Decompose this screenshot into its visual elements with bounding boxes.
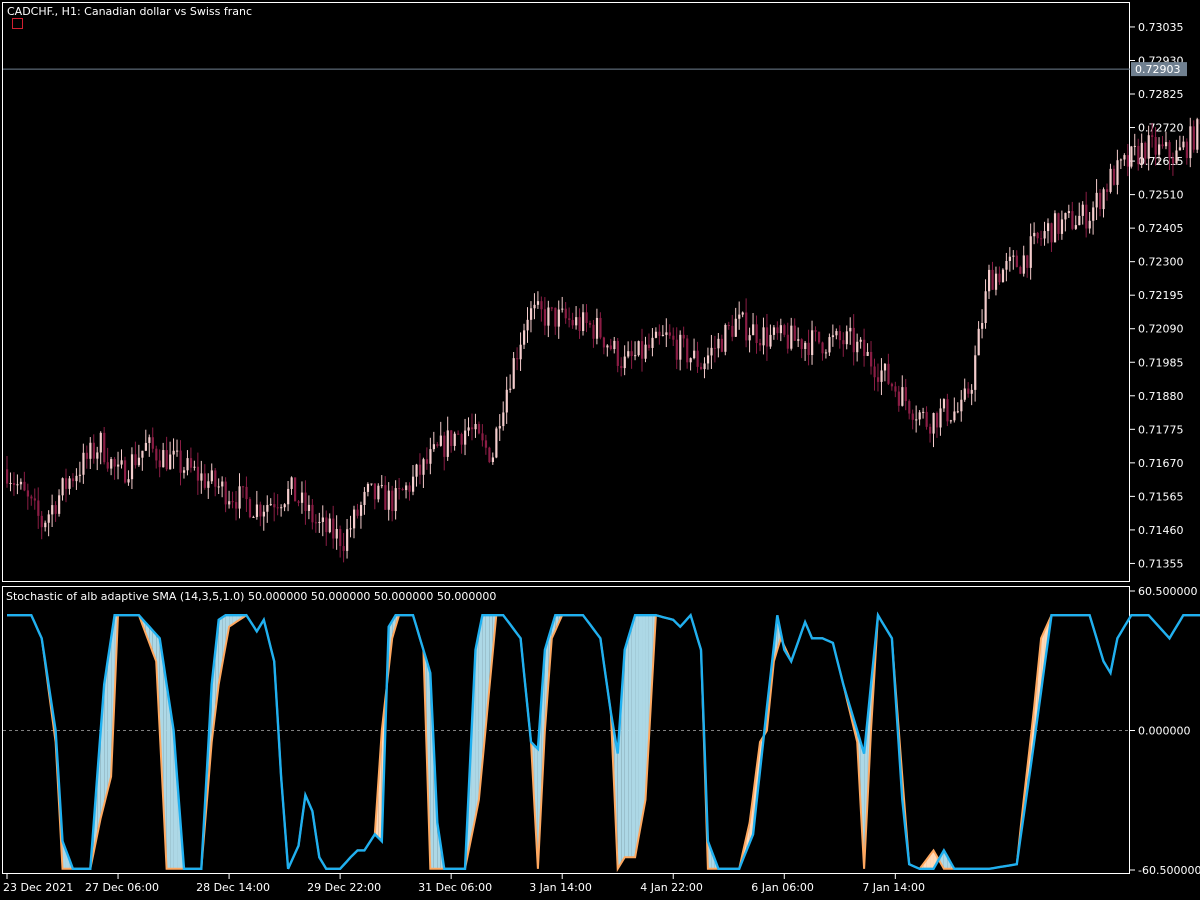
time-tick-label: 4 Jan 22:00	[640, 881, 703, 894]
price-tick-label: 0.72825	[1138, 88, 1184, 101]
candle	[123, 456, 127, 484]
price-tick-label: 0.71985	[1138, 356, 1184, 369]
indicator-fill-segment	[631, 615, 636, 858]
candle	[724, 323, 727, 356]
candle	[1130, 145, 1133, 169]
price-tick-label: 0.71775	[1138, 423, 1184, 436]
indicator-fill-segment	[638, 615, 643, 839]
price-tick-label: 0.71880	[1138, 390, 1184, 403]
price-tick-label: 0.71460	[1138, 524, 1184, 537]
indicator-title: Stochastic of alb adaptive SMA (14,3,5,1…	[6, 590, 496, 603]
price-tick-label: 0.71670	[1138, 457, 1184, 470]
time-tick-label: 28 Dec 14:00	[196, 881, 270, 894]
time-tick-label: 3 Jan 14:00	[529, 881, 592, 894]
candle	[248, 497, 252, 519]
price-tick-label: 0.72405	[1138, 222, 1184, 235]
candle	[1001, 268, 1005, 283]
chart-window: 0.730350.729300.728250.727200.726150.725…	[0, 0, 1200, 900]
indicator-tick-label: 0.000000	[1138, 725, 1191, 738]
price-tick-label: 0.72720	[1138, 122, 1184, 135]
candle	[817, 331, 821, 345]
price-tick-label: 0.71565	[1138, 490, 1184, 503]
current-price-label: 0.72903	[1135, 63, 1181, 76]
price-tick-label: 0.72195	[1138, 289, 1184, 302]
candle	[488, 446, 491, 464]
indicator-fill-segment	[166, 684, 171, 869]
price-tick-label: 0.73035	[1138, 21, 1184, 34]
price-tick-label: 0.71355	[1138, 557, 1184, 570]
indicator-fill-segment	[628, 626, 632, 858]
price-tick-label: 0.72510	[1138, 189, 1184, 202]
time-tick-label: 27 Dec 06:00	[85, 881, 159, 894]
indicator-tick-label: 60.500000	[1138, 585, 1198, 598]
current-price-badge: 0.72903	[1131, 62, 1187, 77]
price-tick-label: 0.72090	[1138, 323, 1184, 336]
indicator-fill-segment	[624, 638, 629, 858]
time-tick-label: 23 Dec 2021	[3, 881, 73, 894]
candle	[637, 340, 640, 357]
chart-title: CADCHF., H1: Canadian dollar vs Swiss fr…	[7, 5, 252, 18]
candle	[294, 477, 297, 502]
time-tick-label: 31 Dec 06:00	[418, 881, 492, 894]
price-tick-label: 0.72300	[1138, 256, 1184, 269]
time-tick-label: 7 Jan 14:00	[862, 881, 925, 894]
time-tick-label: 29 Dec 22:00	[307, 881, 381, 894]
indicator-tick-label: -60.500000	[1138, 864, 1200, 877]
indicator-fill-segment	[635, 615, 639, 858]
candle	[495, 426, 498, 459]
indicator-fill-segment	[642, 615, 646, 819]
time-tick-label: 6 Jan 06:00	[751, 881, 814, 894]
candle	[1053, 210, 1057, 243]
candle	[1196, 117, 1199, 154]
